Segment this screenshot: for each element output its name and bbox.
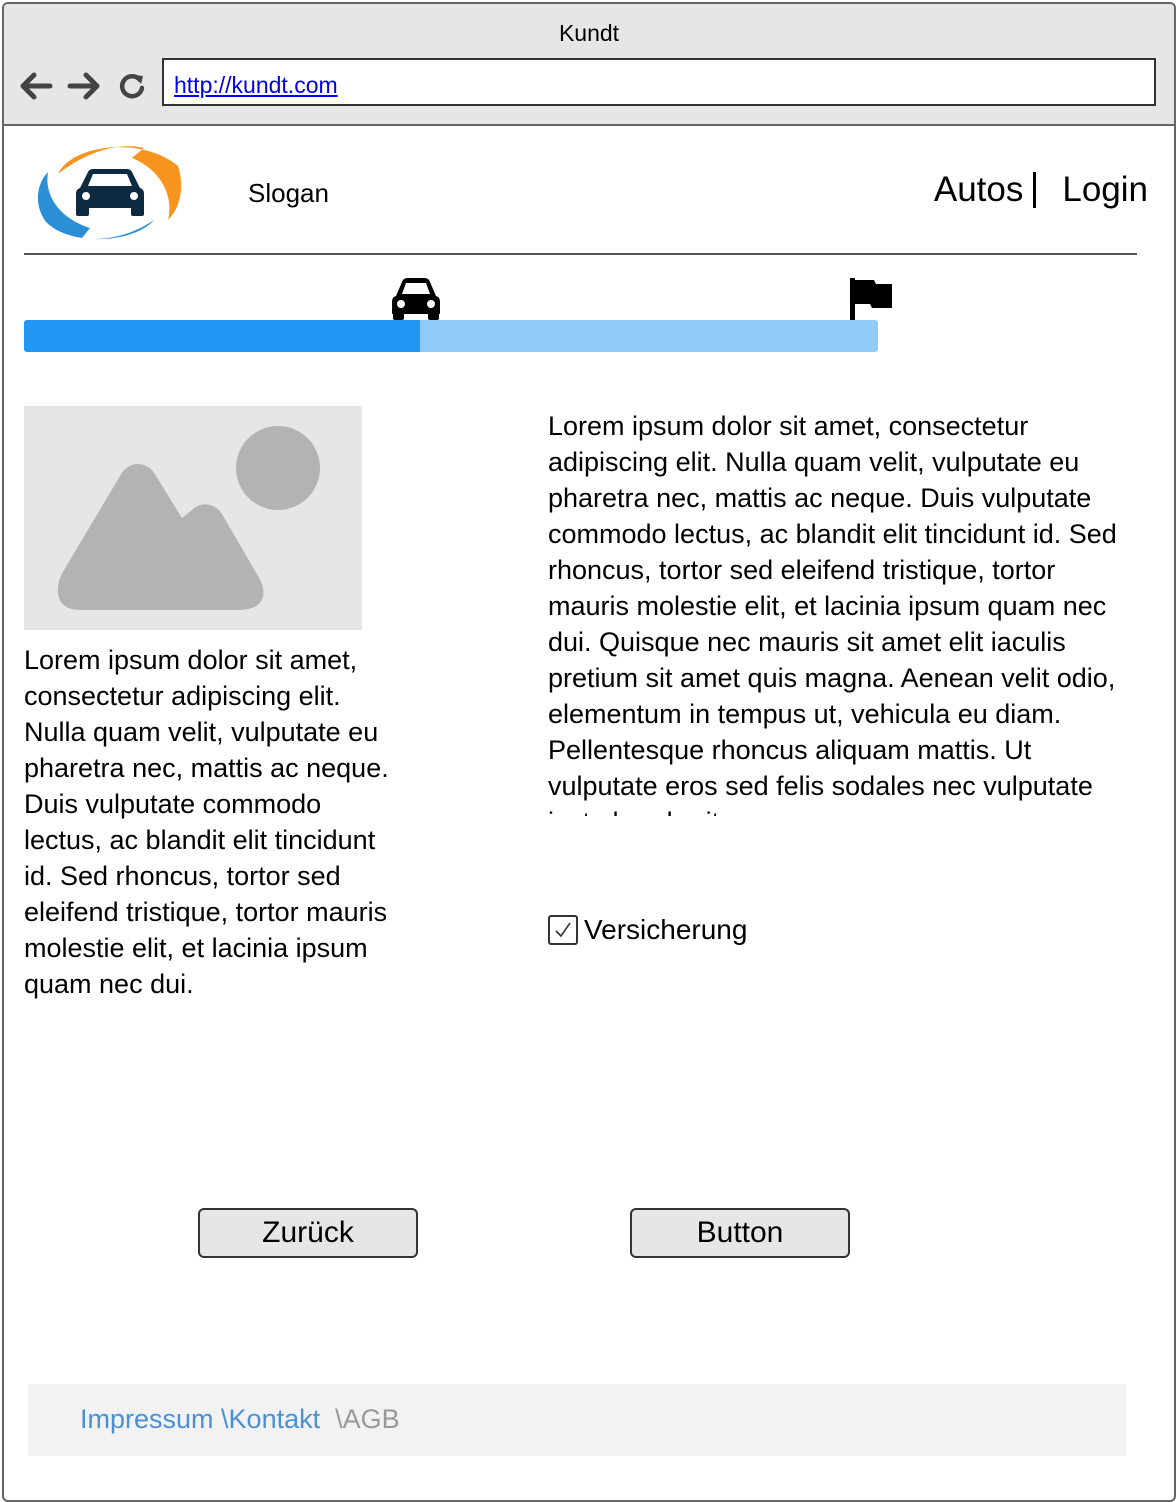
back-button[interactable]: Zurück [198, 1208, 418, 1258]
footer-links: Impressum \Kontakt \AGB [80, 1404, 400, 1435]
url-text[interactable]: http://kundt.com [174, 72, 338, 99]
car-icon [392, 278, 440, 320]
nav-login[interactable]: Login [1062, 170, 1148, 210]
footer-kontakt-link[interactable]: \Kontakt [221, 1404, 320, 1434]
checkbox-box[interactable] [548, 915, 578, 945]
window-title: Kundt [558, 20, 620, 46]
insurance-checkbox[interactable]: Versicherung [548, 914, 747, 946]
url-bar[interactable]: http://kundt.com [162, 58, 1156, 106]
logo-car-icon [76, 169, 144, 216]
image-placeholder [24, 406, 362, 630]
top-nav: Autos Login [934, 170, 1148, 210]
next-button[interactable]: Button [630, 1208, 850, 1258]
checkbox-label[interactable]: Versicherung [584, 914, 747, 946]
back-arrow-icon[interactable] [16, 66, 56, 106]
browser-window: Kundt http://kundt.com Slogan Autos Logi… [2, 2, 1176, 1502]
footer-impressum-link[interactable]: Impressum [80, 1404, 214, 1434]
check-icon [555, 922, 571, 938]
progress-bar [24, 320, 878, 352]
progress-fill [24, 320, 421, 352]
slogan: Slogan [248, 178, 329, 208]
right-text: Lorem ipsum dolor sit amet, consectetur … [548, 411, 1117, 816]
nav-separator [1033, 172, 1037, 208]
reload-icon[interactable] [112, 66, 152, 106]
left-text: Lorem ipsum dolor sit amet, consectetur … [24, 645, 389, 999]
forward-arrow-icon[interactable] [64, 66, 104, 106]
header-divider [24, 253, 1137, 255]
browser-titlebar: Kundt http://kundt.com [4, 4, 1174, 126]
logo[interactable] [32, 136, 188, 248]
nav-autos[interactable]: Autos [934, 170, 1024, 210]
footer-agb-link[interactable]: \AGB [335, 1404, 400, 1434]
image-placeholder-icon [57, 426, 320, 610]
footer: Impressum \Kontakt \AGB [28, 1384, 1126, 1456]
